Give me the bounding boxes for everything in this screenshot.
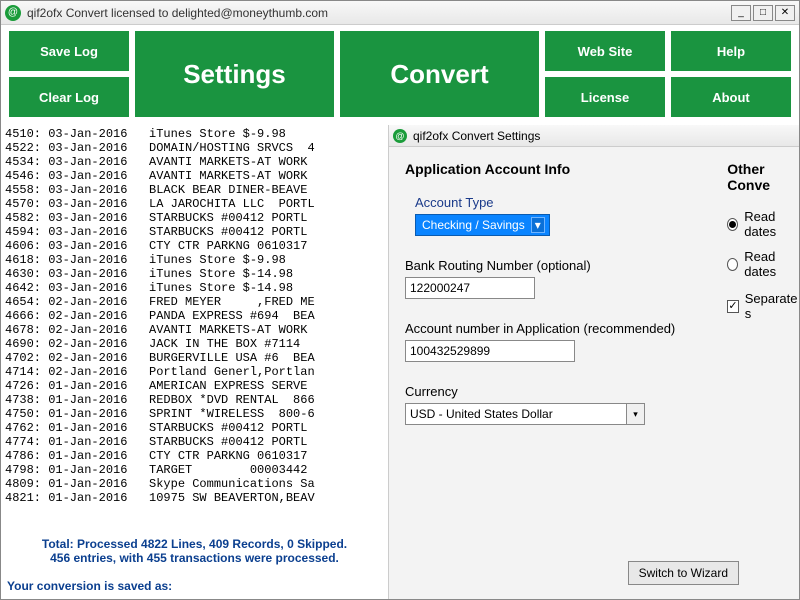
log-line: 4594: 03-Jan-2016 STARBUCKS #00412 PORTL bbox=[5, 225, 388, 239]
log-line: 4534: 03-Jan-2016 AVANTI MARKETS-AT WORK bbox=[5, 155, 388, 169]
settings-body: Application Account Info Account Type Ch… bbox=[389, 147, 799, 599]
settings-right-col: Other Conve Read dates Read dates Separa… bbox=[727, 161, 799, 591]
separate-checkbox[interactable]: Separate s bbox=[727, 291, 799, 321]
settings-window-title: qif2ofx Convert Settings bbox=[413, 129, 540, 143]
read-dates-radio-1[interactable]: Read dates bbox=[727, 209, 799, 239]
license-button[interactable]: License bbox=[545, 77, 665, 117]
routing-input[interactable] bbox=[405, 277, 535, 299]
account-type-dropdown[interactable]: Checking / Savings ▾ bbox=[415, 214, 550, 236]
account-type-value: Checking / Savings bbox=[422, 218, 525, 232]
settings-titlebar: @ qif2ofx Convert Settings bbox=[389, 125, 799, 147]
account-number-input[interactable] bbox=[405, 340, 575, 362]
clear-log-button[interactable]: Clear Log bbox=[9, 77, 129, 117]
log-line: 4510: 03-Jan-2016 iTunes Store $-9.98 bbox=[5, 127, 388, 141]
log-line: 4750: 01-Jan-2016 SPRINT *WIRELESS 800-6 bbox=[5, 407, 388, 421]
application-account-header: Application Account Info bbox=[405, 161, 687, 177]
radio-icon bbox=[727, 258, 738, 271]
log-line: 4738: 01-Jan-2016 REDBOX *DVD RENTAL 866 bbox=[5, 393, 388, 407]
log-line: 4546: 03-Jan-2016 AVANTI MARKETS-AT WORK bbox=[5, 169, 388, 183]
log-line: 4690: 02-Jan-2016 JACK IN THE BOX #7114 bbox=[5, 337, 388, 351]
log-line: 4786: 01-Jan-2016 CTY CTR PARKNG 0610317 bbox=[5, 449, 388, 463]
log-line: 4702: 02-Jan-2016 BURGERVILLE USA #6 BEA bbox=[5, 351, 388, 365]
currency-value: USD - United States Dollar bbox=[410, 407, 553, 421]
read-dates-radio-2[interactable]: Read dates bbox=[727, 249, 799, 279]
chevron-down-icon: ▾ bbox=[626, 404, 644, 424]
log-line: 4678: 02-Jan-2016 AVANTI MARKETS-AT WORK bbox=[5, 323, 388, 337]
help-button[interactable]: Help bbox=[671, 31, 791, 71]
routing-label: Bank Routing Number (optional) bbox=[405, 258, 687, 273]
app-icon: @ bbox=[393, 129, 407, 143]
app-icon: @ bbox=[5, 5, 21, 21]
checkbox-icon bbox=[727, 300, 739, 313]
log-line: 4522: 03-Jan-2016 DOMAIN/HOSTING SRVCS 4 bbox=[5, 141, 388, 155]
maximize-button[interactable]: □ bbox=[753, 5, 773, 21]
currency-label: Currency bbox=[405, 384, 687, 399]
about-button[interactable]: About bbox=[671, 77, 791, 117]
settings-button[interactable]: Settings bbox=[135, 31, 334, 117]
app-window: @ qif2ofx Convert licensed to delighted@… bbox=[0, 0, 800, 600]
log-text[interactable]: 4510: 03-Jan-2016 iTunes Store $-9.98452… bbox=[1, 125, 388, 533]
chevron-down-icon: ▾ bbox=[531, 217, 545, 233]
other-conversion-header: Other Conve bbox=[727, 161, 799, 193]
save-log-button[interactable]: Save Log bbox=[9, 31, 129, 71]
log-saved-as: Your conversion is saved as: bbox=[7, 579, 382, 593]
log-line: 4642: 03-Jan-2016 iTunes Store $-14.98 bbox=[5, 281, 388, 295]
radio-label: Read dates bbox=[744, 209, 799, 239]
log-line: 4809: 01-Jan-2016 Skype Communications S… bbox=[5, 477, 388, 491]
toolbar: Save Log Clear Log Settings Convert Web … bbox=[1, 25, 799, 125]
log-pane: 4510: 03-Jan-2016 iTunes Store $-9.98452… bbox=[1, 125, 389, 599]
log-footer: Total: Processed 4822 Lines, 409 Records… bbox=[1, 533, 388, 599]
account-type-label: Account Type bbox=[405, 195, 687, 210]
close-button[interactable]: ✕ bbox=[775, 5, 795, 21]
log-line: 4654: 02-Jan-2016 FRED MEYER ,FRED ME bbox=[5, 295, 388, 309]
log-line: 4726: 01-Jan-2016 AMERICAN EXPRESS SERVE bbox=[5, 379, 388, 393]
log-summary-2: 456 entries, with 455 transactions were … bbox=[7, 551, 382, 565]
titlebar: @ qif2ofx Convert licensed to delighted@… bbox=[1, 1, 799, 25]
currency-dropdown[interactable]: USD - United States Dollar ▾ bbox=[405, 403, 645, 425]
log-line: 4798: 01-Jan-2016 TARGET 00003442 bbox=[5, 463, 388, 477]
log-line: 4618: 03-Jan-2016 iTunes Store $-9.98 bbox=[5, 253, 388, 267]
convert-button[interactable]: Convert bbox=[340, 31, 539, 117]
log-line: 4821: 01-Jan-2016 10975 SW BEAVERTON,BEA… bbox=[5, 491, 388, 505]
log-line: 4774: 01-Jan-2016 STARBUCKS #00412 PORTL bbox=[5, 435, 388, 449]
log-line: 4606: 03-Jan-2016 CTY CTR PARKNG 0610317 bbox=[5, 239, 388, 253]
log-line: 4570: 03-Jan-2016 LA JAROCHITA LLC PORTL bbox=[5, 197, 388, 211]
web-site-button[interactable]: Web Site bbox=[545, 31, 665, 71]
content-area: 4510: 03-Jan-2016 iTunes Store $-9.98452… bbox=[1, 125, 799, 599]
log-line: 4714: 02-Jan-2016 Portland Generl,Portla… bbox=[5, 365, 388, 379]
radio-label: Read dates bbox=[744, 249, 799, 279]
checkbox-label: Separate s bbox=[745, 291, 799, 321]
minimize-button[interactable]: _ bbox=[731, 5, 751, 21]
log-summary-1: Total: Processed 4822 Lines, 409 Records… bbox=[7, 537, 382, 551]
log-line: 4558: 03-Jan-2016 BLACK BEAR DINER-BEAVE bbox=[5, 183, 388, 197]
settings-pane: @ qif2ofx Convert Settings Application A… bbox=[389, 125, 799, 599]
window-title: qif2ofx Convert licensed to delighted@mo… bbox=[27, 6, 731, 20]
settings-left-col: Application Account Info Account Type Ch… bbox=[405, 161, 687, 591]
log-line: 4630: 03-Jan-2016 iTunes Store $-14.98 bbox=[5, 267, 388, 281]
window-controls: _ □ ✕ bbox=[731, 5, 795, 21]
log-line: 4762: 01-Jan-2016 STARBUCKS #00412 PORTL bbox=[5, 421, 388, 435]
log-line: 4666: 02-Jan-2016 PANDA EXPRESS #694 BEA bbox=[5, 309, 388, 323]
radio-icon bbox=[727, 218, 738, 231]
account-number-label: Account number in Application (recommend… bbox=[405, 321, 687, 336]
switch-to-wizard-button[interactable]: Switch to Wizard bbox=[628, 561, 739, 585]
log-line: 4582: 03-Jan-2016 STARBUCKS #00412 PORTL bbox=[5, 211, 388, 225]
